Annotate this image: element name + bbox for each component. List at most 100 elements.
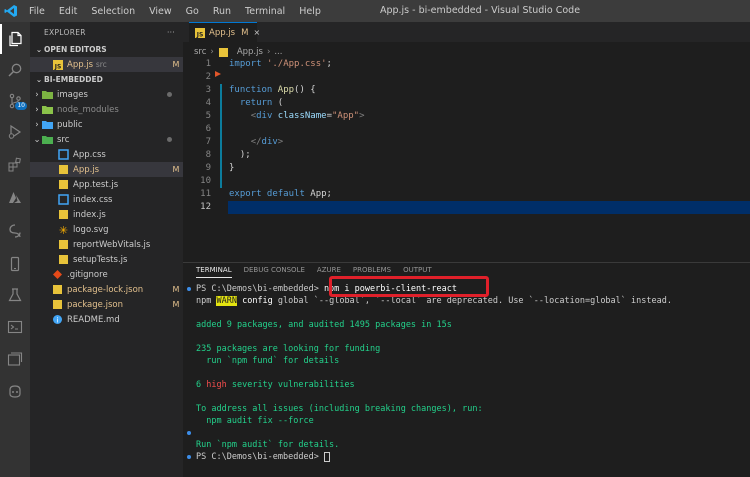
title-bar: File Edit Selection View Go Run Terminal… (0, 0, 750, 22)
tree-item[interactable]: › public (30, 117, 183, 132)
code-token: > (359, 111, 365, 121)
menu-go[interactable]: Go (179, 6, 206, 17)
folder-icon (42, 119, 53, 130)
js-file-icon (58, 164, 69, 175)
changes-dot (167, 137, 172, 142)
open-editors-header[interactable]: ⌄ OPEN EDITORS (30, 42, 183, 57)
line-number: 7 (205, 137, 211, 147)
line-number: 9 (205, 163, 211, 173)
menu-file[interactable]: File (22, 6, 52, 17)
line-number: 3 (205, 85, 211, 95)
remote-explorer-icon[interactable] (0, 216, 30, 246)
folder-icon (42, 134, 53, 145)
terminal-line-fix: npm audit fix --force (196, 416, 314, 426)
terminal-line-funding-run: run `npm fund` for details (196, 356, 340, 366)
explorer-title: EXPLORER ··· (30, 22, 183, 42)
menu-run[interactable]: Run (206, 6, 238, 17)
line-number: 11 (200, 189, 211, 199)
js-file-icon: JS (195, 27, 205, 38)
run-debug-icon[interactable] (0, 117, 30, 147)
code-token: export default (229, 189, 311, 199)
line-number: 12 (200, 202, 211, 212)
breadcrumb-file[interactable]: App.js (237, 47, 263, 57)
line-number: 8 (205, 150, 211, 160)
tree-item[interactable]: ✳ logo.svg (30, 222, 183, 237)
folder-icon (42, 104, 53, 115)
azure-icon[interactable] (0, 183, 30, 213)
tree-item[interactable]: package-lock.json M (30, 282, 183, 297)
bottom-panel: TERMINAL DEBUG CONSOLE AZURE PROBLEMS OU… (183, 262, 750, 477)
file-tree: › images › node_modules › public ⌄ src App.css Ap… (30, 87, 183, 327)
tree-item[interactable]: package.json M (30, 297, 183, 312)
folder-icon (42, 89, 53, 100)
tree-item[interactable]: › node_modules (30, 102, 183, 117)
close-icon[interactable]: × (253, 28, 260, 37)
breadcrumb: src › App.js › ... (194, 46, 282, 58)
code-token: </ (250, 137, 262, 147)
extensions-icon[interactable] (0, 150, 30, 180)
menu-view[interactable]: View (142, 6, 179, 17)
code-token: div (261, 137, 278, 147)
terminal-icon[interactable] (0, 312, 30, 342)
more-actions-icon[interactable]: ··· (167, 28, 175, 37)
testing-icon[interactable] (0, 280, 30, 310)
modified-status: M (172, 285, 180, 294)
tree-item-label: reportWebVitals.js (73, 239, 151, 250)
source-control-icon[interactable]: 10 (0, 86, 30, 116)
command-decoration-icon (187, 455, 191, 459)
search-icon[interactable] (0, 55, 30, 85)
modified-status: M (172, 300, 180, 309)
tree-item[interactable]: App.css (30, 147, 183, 162)
breadcrumb-symbol[interactable]: ... (274, 47, 282, 57)
tree-item[interactable]: › images (30, 87, 183, 102)
current-line-highlight (228, 201, 750, 214)
line-number: 4 (205, 98, 211, 108)
tree-item-label: README.md (67, 314, 120, 325)
menu-terminal[interactable]: Terminal (238, 6, 292, 17)
tree-item[interactable]: setupTests.js (30, 252, 183, 267)
info-file-icon: i (52, 314, 63, 325)
code-line: import './App.css'; (229, 58, 337, 71)
tree-item-label: App.css (73, 149, 106, 160)
tree-item[interactable]: App.test.js (30, 177, 183, 192)
code-line: function App() { (229, 84, 316, 97)
code-line: <div className="App"> (229, 110, 365, 123)
editor-tab-bar: JS App.js M × (183, 22, 750, 42)
open-editor-app-js[interactable]: JS App.js src M (30, 57, 183, 72)
code-editor[interactable]: 1 import './App.css'; 2 3 function App() {4… (183, 58, 750, 258)
device-icon[interactable] (0, 249, 30, 279)
menu-edit[interactable]: Edit (52, 6, 84, 17)
tab-label: App.js (209, 27, 236, 38)
code-line: export default App; (229, 188, 332, 201)
svg-text:i: i (57, 317, 59, 325)
tree-item-label: logo.svg (73, 224, 109, 235)
tab-terminal[interactable]: TERMINAL (196, 266, 232, 278)
tree-item[interactable]: reportWebVitals.js (30, 237, 183, 252)
code-token: ( (277, 98, 284, 108)
tab-debug-console[interactable]: DEBUG CONSOLE (244, 266, 305, 278)
tree-item[interactable]: ⌄ src (30, 132, 183, 147)
tree-item[interactable]: index.css (30, 192, 183, 207)
copilot-icon[interactable] (0, 376, 30, 406)
tree-item-label: setupTests.js (73, 254, 128, 265)
tab-app-js[interactable]: JS App.js M × (189, 22, 260, 42)
menu-selection[interactable]: Selection (84, 6, 142, 17)
project-header[interactable]: ⌄ BI-EMBEDDED (30, 72, 183, 87)
panels-icon[interactable] (0, 344, 30, 374)
js-file-icon (58, 254, 69, 265)
tree-item[interactable]: i README.md (30, 312, 183, 327)
svg-text:JS: JS (196, 31, 204, 38)
tree-item[interactable]: App.js M (30, 162, 183, 177)
open-editor-folder: src (95, 59, 107, 69)
code-line: } (229, 162, 234, 175)
breadcrumb-src[interactable]: src (194, 47, 206, 57)
chevron-right-icon: › (35, 104, 39, 115)
menu-help[interactable]: Help (292, 6, 328, 17)
code-token: ); (229, 150, 251, 160)
tree-item[interactable]: .gitignore (30, 267, 183, 282)
explorer-icon[interactable] (0, 24, 30, 54)
tree-item[interactable]: index.js (30, 207, 183, 222)
tree-item-label: package.json (67, 299, 123, 310)
test-file-icon (58, 179, 69, 190)
